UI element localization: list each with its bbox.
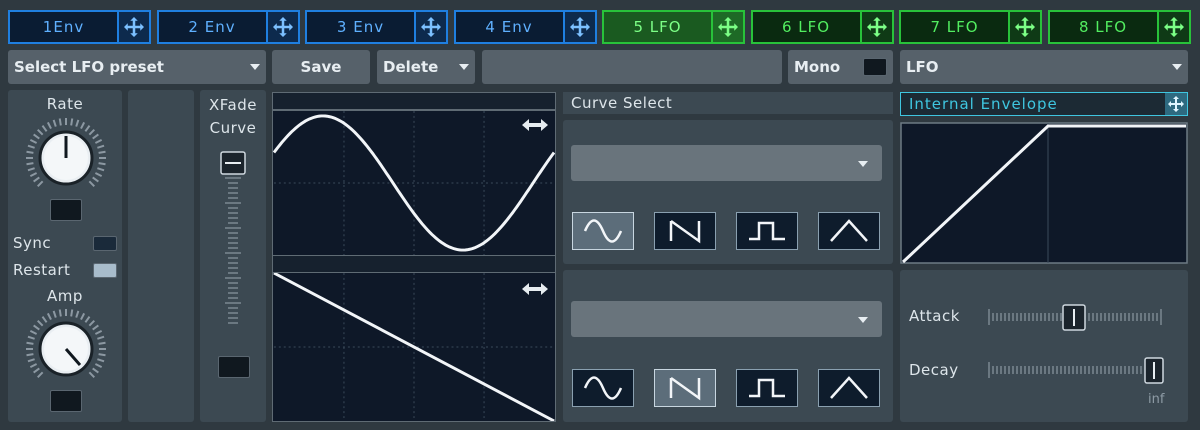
tab-label: 4 Env xyxy=(485,18,533,36)
move-icon[interactable] xyxy=(562,12,595,42)
triangle-wave-icon xyxy=(830,219,868,242)
curve-select-header: Curve Select xyxy=(563,92,893,114)
move-icon[interactable] xyxy=(1165,93,1187,115)
tab-7lfo[interactable]: 7 LFO xyxy=(899,10,1042,44)
xfade-slider[interactable] xyxy=(218,148,248,326)
curve-select-title: Curve Select xyxy=(571,94,673,112)
tab-3env[interactable]: 3 Env xyxy=(305,10,448,44)
triangle-wave-icon xyxy=(830,376,868,399)
saw-shape-button[interactable] xyxy=(654,212,716,250)
restart-checkbox[interactable] xyxy=(93,263,117,278)
sync-label: Sync xyxy=(13,234,52,252)
sine-shape-button[interactable] xyxy=(572,212,634,250)
tab-4env[interactable]: 4 Env xyxy=(453,10,597,44)
tab-8lfo[interactable]: 8 LFO xyxy=(1047,10,1191,44)
bottom-curve-dropdown[interactable] xyxy=(571,301,882,337)
save-button[interactable]: Save xyxy=(272,50,370,84)
xfade-value-box[interactable] xyxy=(218,356,250,378)
chevron-down-icon xyxy=(858,161,868,167)
move-icon[interactable] xyxy=(1008,12,1040,42)
chevron-down-icon xyxy=(459,64,469,70)
top-curve-graph xyxy=(272,110,556,256)
blank-column xyxy=(128,90,194,422)
decay-value: inf xyxy=(1148,392,1165,407)
square-shape-button[interactable] xyxy=(736,212,798,250)
internal-envelope-header: Internal Envelope xyxy=(900,92,1188,116)
chevron-down-icon xyxy=(1172,64,1182,70)
tab-6lfo[interactable]: 6 LFO xyxy=(750,10,894,44)
restart-label: Restart xyxy=(13,261,71,279)
lfo-preset-label: Select LFO preset xyxy=(14,58,164,76)
tab-label: 8 LFO xyxy=(1078,18,1128,36)
square-shape-button[interactable] xyxy=(736,369,798,407)
top-curve-dropdown[interactable] xyxy=(571,145,882,181)
sine-wave-icon xyxy=(583,376,623,400)
tab-label: 5 LFO xyxy=(633,18,682,36)
sine-shape-button[interactable] xyxy=(572,369,634,407)
mod-mode-label: LFO xyxy=(906,58,939,76)
resize-horizontal-icon[interactable] xyxy=(520,280,550,298)
preset-name-field[interactable] xyxy=(482,50,782,84)
attack-slider[interactable] xyxy=(985,302,1165,332)
chevron-down-icon xyxy=(858,317,868,323)
mod-mode-dropdown[interactable]: LFO xyxy=(900,50,1188,84)
square-wave-icon xyxy=(749,378,785,398)
tab-label: 6 LFO xyxy=(781,18,831,36)
delete-button-label: Delete xyxy=(383,58,439,76)
tab-label: 2 Env xyxy=(188,18,236,36)
sync-checkbox[interactable] xyxy=(93,236,117,251)
triangle-shape-button[interactable] xyxy=(818,369,880,407)
sine-wave-icon xyxy=(583,219,623,243)
bottom-curve-graph xyxy=(272,272,556,422)
envelope-controls-panel xyxy=(900,270,1188,422)
saw-wave-icon xyxy=(669,219,701,244)
move-icon[interactable] xyxy=(1156,12,1189,42)
lfo-preset-dropdown[interactable]: Select LFO preset xyxy=(8,50,266,84)
save-button-label: Save xyxy=(300,58,342,76)
mono-label: Mono xyxy=(794,58,841,76)
rate-knob[interactable] xyxy=(20,112,112,204)
triangle-shape-button[interactable] xyxy=(818,212,880,250)
decay-label: Decay xyxy=(909,361,959,379)
curve-header-strip xyxy=(272,92,556,110)
saw-wave-icon xyxy=(669,376,701,401)
tab-label: 3 Env xyxy=(336,18,385,36)
move-icon[interactable] xyxy=(265,12,298,42)
rate-value-box[interactable] xyxy=(50,199,82,221)
tab-1env[interactable]: 1Env xyxy=(8,10,151,44)
attack-label: Attack xyxy=(909,307,960,325)
resize-horizontal-icon[interactable] xyxy=(520,116,550,134)
decay-slider[interactable] xyxy=(985,355,1165,385)
move-icon[interactable] xyxy=(414,12,446,42)
tab-label: 7 LFO xyxy=(930,18,979,36)
delete-button[interactable]: Delete xyxy=(377,50,475,84)
rate-label: Rate xyxy=(46,95,84,113)
mono-toggle[interactable]: Mono xyxy=(788,50,893,84)
curve-label: Curve xyxy=(209,119,257,137)
tab-5lfo[interactable]: 5 LFO xyxy=(602,10,745,44)
mono-checkbox[interactable] xyxy=(863,58,887,76)
saw-shape-button[interactable] xyxy=(654,369,716,407)
amp-value-box[interactable] xyxy=(50,390,82,412)
move-icon[interactable] xyxy=(711,12,743,42)
internal-envelope-title: Internal Envelope xyxy=(909,95,1058,113)
curve-divider-strip xyxy=(272,256,556,272)
move-icon[interactable] xyxy=(859,12,892,42)
chevron-down-icon xyxy=(250,64,260,70)
tab-label: 1Env xyxy=(42,18,85,36)
tab-2env[interactable]: 2 Env xyxy=(156,10,300,44)
envelope-graph xyxy=(900,122,1188,264)
move-icon[interactable] xyxy=(117,12,149,42)
square-wave-icon xyxy=(749,221,785,241)
amp-knob[interactable] xyxy=(20,303,112,395)
xfade-label: XFade xyxy=(209,96,257,114)
